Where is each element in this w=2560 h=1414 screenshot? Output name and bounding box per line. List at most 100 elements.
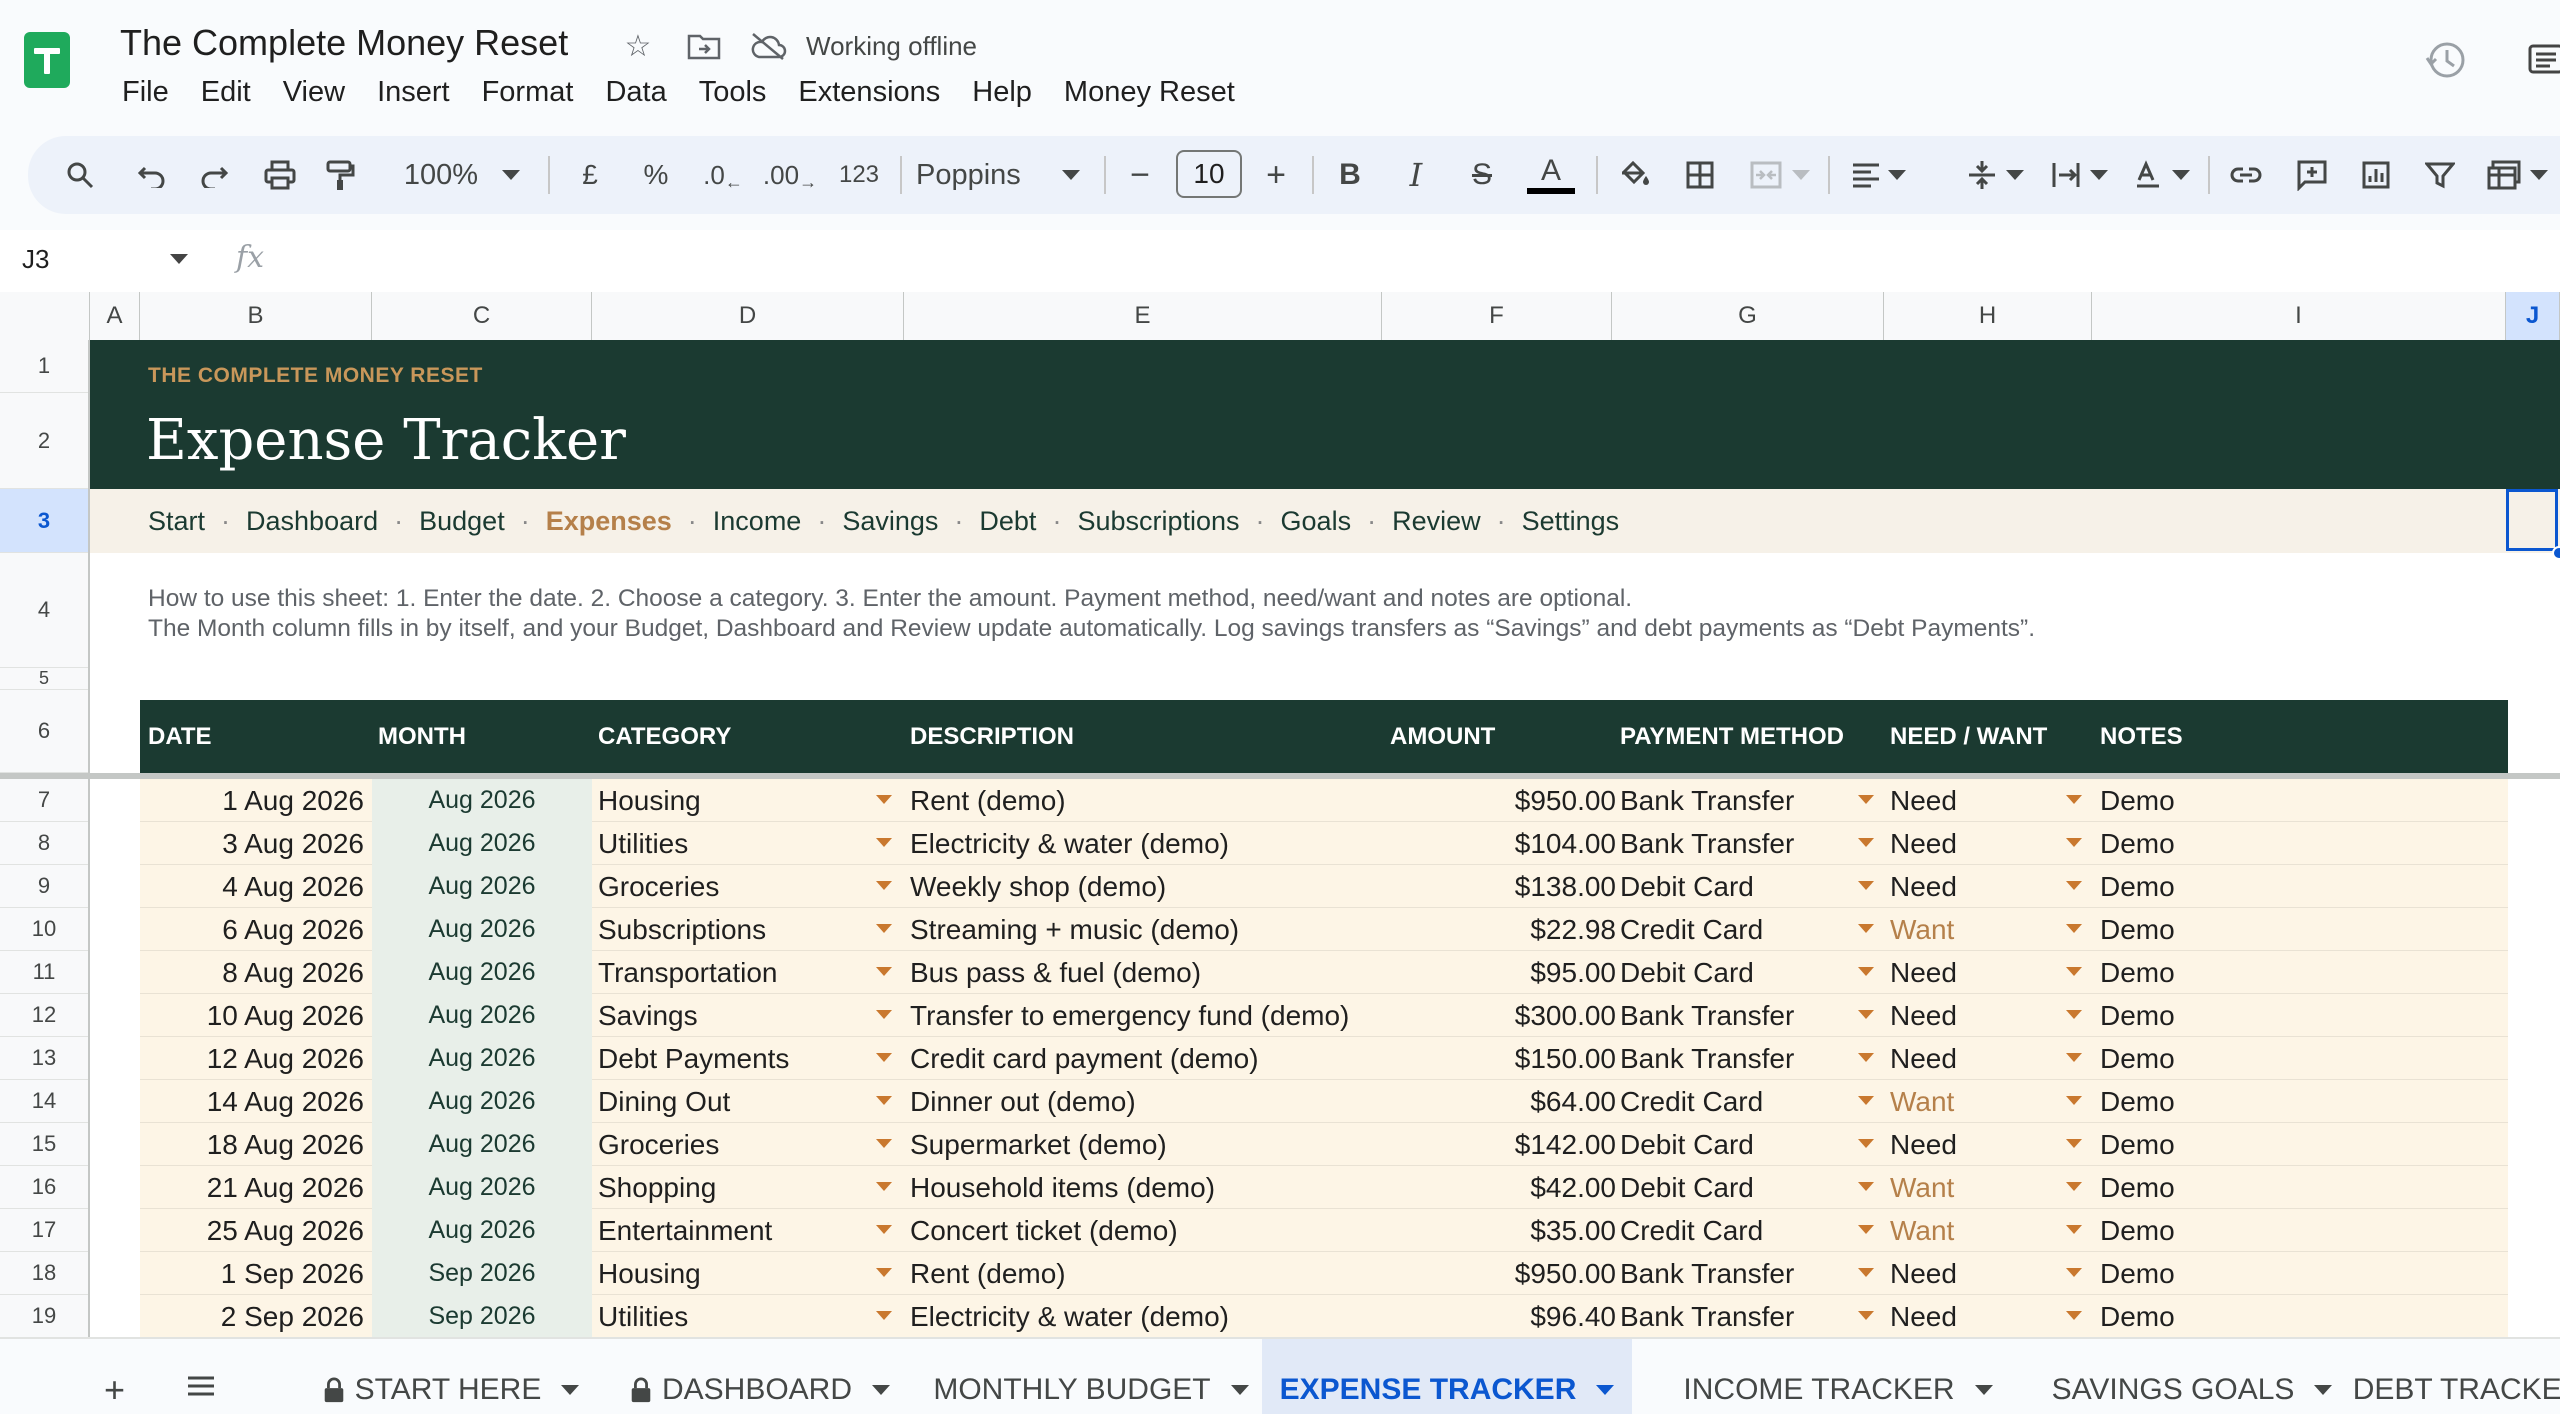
cell-need-want[interactable]: Want [1890, 1209, 2050, 1252]
font-chevron-down-icon[interactable] [1058, 136, 1084, 214]
horizontal-align-icon[interactable] [1844, 136, 1888, 214]
dropdown-chevron-icon[interactable] [2066, 1225, 2082, 1234]
cell-date[interactable]: 18 Aug 2026 [140, 1123, 364, 1166]
cell-description[interactable]: Dinner out (demo) [910, 1080, 1386, 1123]
fill-color-icon[interactable] [1612, 136, 1656, 214]
column-header-b[interactable]: B [140, 292, 372, 340]
cell-description[interactable]: Electricity & water (demo) [910, 822, 1386, 865]
all-sheets-menu-icon[interactable] [186, 1375, 216, 1397]
cell-notes[interactable]: Demo [2100, 1209, 2300, 1252]
sheet-tab[interactable]: INCOME TRACKER [1658, 1339, 2018, 1414]
dropdown-chevron-icon[interactable] [2066, 795, 2082, 804]
cell-notes[interactable]: Demo [2100, 908, 2300, 951]
menu-help[interactable]: Help [972, 76, 1032, 109]
strikethrough-button[interactable]: S [1460, 136, 1504, 214]
vertical-align-icon[interactable] [1960, 136, 2004, 214]
nav-link-subscriptions[interactable]: Subscriptions [1077, 506, 1239, 537]
cell-amount[interactable]: $300.00 [1390, 994, 1616, 1037]
cell-need-want[interactable]: Want [1890, 1080, 2050, 1123]
cell-payment-method[interactable]: Bank Transfer [1620, 1295, 1840, 1337]
cell-notes[interactable]: Demo [2100, 1166, 2300, 1209]
column-header-d[interactable]: D [592, 292, 904, 340]
menu-extensions[interactable]: Extensions [798, 76, 940, 109]
text-color-button[interactable]: A [1524, 136, 1578, 214]
column-header-i[interactable]: I [2092, 292, 2506, 340]
cell-notes[interactable]: Demo [2100, 1252, 2300, 1295]
cell-category[interactable]: Savings [598, 994, 878, 1037]
cell-notes[interactable]: Demo [2100, 822, 2300, 865]
dropdown-chevron-icon[interactable] [2066, 838, 2082, 847]
paint-format-icon[interactable] [318, 136, 362, 214]
column-header-e[interactable]: E [904, 292, 1382, 340]
dropdown-chevron-icon[interactable] [876, 1139, 892, 1148]
cell-category[interactable]: Groceries [598, 865, 878, 908]
row-header[interactable]: 16 [0, 1166, 88, 1209]
merge-cells-icon[interactable] [1744, 136, 1788, 214]
nav-link-debt[interactable]: Debt [979, 506, 1036, 537]
cell-category[interactable]: Housing [598, 779, 878, 822]
cell-amount[interactable]: $950.00 [1390, 1252, 1616, 1295]
menu-file[interactable]: File [122, 76, 169, 109]
column-header-f[interactable]: F [1382, 292, 1612, 340]
views-chevron-down-icon[interactable] [2528, 136, 2550, 214]
cell-description[interactable]: Transfer to emergency fund (demo) [910, 994, 1386, 1037]
row-header[interactable]: 7 [0, 779, 88, 822]
nav-link-goals[interactable]: Goals [1281, 506, 1352, 537]
dropdown-chevron-icon[interactable] [1858, 881, 1874, 890]
column-header-h[interactable]: H [1884, 292, 2092, 340]
cell-payment-method[interactable]: Debit Card [1620, 951, 1840, 994]
cell-category[interactable]: Shopping [598, 1166, 878, 1209]
column-header-a[interactable]: A [90, 292, 140, 340]
dropdown-chevron-icon[interactable] [1858, 967, 1874, 976]
offline-cloud-icon[interactable] [748, 26, 788, 66]
add-sheet-icon[interactable]: + [104, 1369, 125, 1411]
nav-link-start[interactable]: Start [148, 506, 205, 537]
cell-month[interactable]: Aug 2026 [372, 994, 592, 1037]
zoom-chevron-down-icon[interactable] [498, 136, 524, 214]
select-all-corner[interactable] [0, 292, 90, 340]
text-rotation-icon[interactable] [2126, 136, 2170, 214]
cell-description[interactable]: Streaming + music (demo) [910, 908, 1386, 951]
tab-chevron-down-icon[interactable] [872, 1385, 891, 1395]
cell-notes[interactable]: Demo [2100, 994, 2300, 1037]
borders-icon[interactable] [1678, 136, 1722, 214]
row-header[interactable]: 11 [0, 951, 88, 994]
nav-link-settings[interactable]: Settings [1522, 506, 1620, 537]
cell-notes[interactable]: Demo [2100, 1037, 2300, 1080]
cell-payment-method[interactable]: Bank Transfer [1620, 779, 1840, 822]
dropdown-chevron-icon[interactable] [2066, 1053, 2082, 1062]
redo-icon[interactable] [192, 136, 236, 214]
cell-month[interactable]: Aug 2026 [372, 779, 592, 822]
cell-amount[interactable]: $138.00 [1390, 865, 1616, 908]
align-chevron-down-icon[interactable] [1886, 136, 1908, 214]
dropdown-chevron-icon[interactable] [1858, 1053, 1874, 1062]
cell-amount[interactable]: $22.98 [1390, 908, 1616, 951]
cell-amount[interactable]: $64.00 [1390, 1080, 1616, 1123]
cell-notes[interactable]: Demo [2100, 1080, 2300, 1123]
cell-month[interactable]: Aug 2026 [372, 951, 592, 994]
cell-month[interactable]: Sep 2026 [372, 1252, 592, 1295]
row-header[interactable]: 2 [0, 393, 88, 489]
cell-date[interactable]: 1 Sep 2026 [140, 1252, 364, 1295]
active-cell-j3[interactable] [2506, 489, 2558, 551]
cell-date[interactable]: 10 Aug 2026 [140, 994, 364, 1037]
cell-date[interactable]: 14 Aug 2026 [140, 1080, 364, 1123]
italic-button[interactable]: I [1394, 136, 1438, 214]
dropdown-chevron-icon[interactable] [1858, 1268, 1874, 1277]
dropdown-chevron-icon[interactable] [2066, 1139, 2082, 1148]
cell-payment-method[interactable]: Debit Card [1620, 1123, 1840, 1166]
cell-need-want[interactable]: Need [1890, 951, 2050, 994]
dropdown-chevron-icon[interactable] [876, 1268, 892, 1277]
row-header[interactable]: 19 [0, 1295, 88, 1337]
cell-amount[interactable]: $142.00 [1390, 1123, 1616, 1166]
dropdown-chevron-icon[interactable] [876, 795, 892, 804]
dropdown-chevron-icon[interactable] [2066, 1096, 2082, 1105]
merge-chevron-down-icon[interactable] [1790, 136, 1812, 214]
dropdown-chevron-icon[interactable] [1858, 1139, 1874, 1148]
cell-date[interactable]: 4 Aug 2026 [140, 865, 364, 908]
dropdown-chevron-icon[interactable] [876, 1053, 892, 1062]
sheet-tab[interactable]: MONTHLY BUDGET [924, 1339, 1258, 1414]
cell-notes[interactable]: Demo [2100, 779, 2300, 822]
cell-need-want[interactable]: Want [1890, 1166, 2050, 1209]
dropdown-chevron-icon[interactable] [876, 1096, 892, 1105]
